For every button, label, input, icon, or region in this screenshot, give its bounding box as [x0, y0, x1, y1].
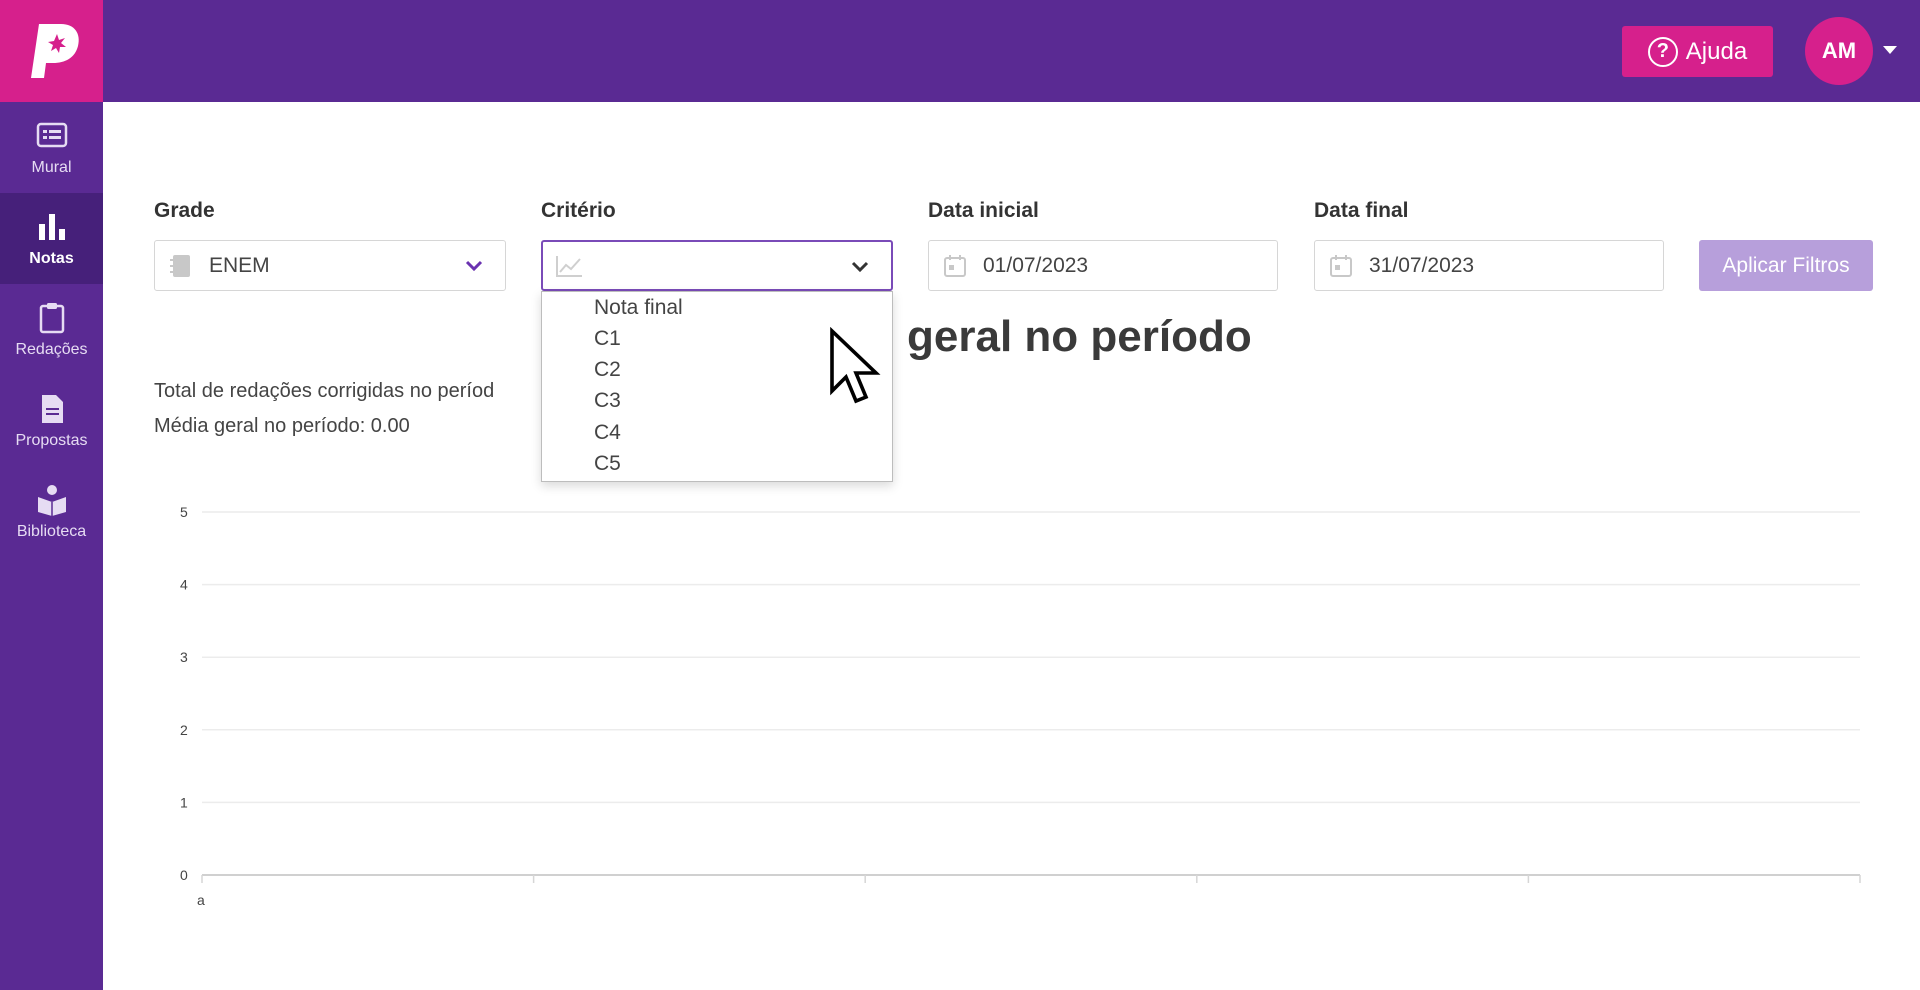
y-tick-label: 3: [180, 649, 188, 665]
sidebar-item-biblioteca[interactable]: Biblioteca: [0, 466, 103, 557]
app-logo[interactable]: [0, 0, 103, 102]
sidebar: Mural Notas Redações Propostas Bibliotec…: [0, 102, 103, 990]
y-tick-label: 5: [180, 504, 188, 520]
logo-p-icon: [30, 24, 79, 78]
chevron-down-icon: [465, 260, 483, 272]
y-tick-label: 1: [180, 794, 188, 810]
criterio-label: Critério: [541, 199, 616, 222]
data-inicial-input[interactable]: 01/07/2023: [928, 240, 1278, 291]
help-button[interactable]: ? Ajuda: [1622, 26, 1773, 77]
notebook-icon: [167, 252, 195, 280]
chevron-down-icon: [851, 261, 869, 273]
criterio-option-c4[interactable]: C4: [594, 421, 621, 445]
sidebar-item-label: Biblioteca: [16, 522, 87, 540]
mural-icon: [36, 122, 67, 147]
line-chart-icon: [555, 252, 583, 280]
criterio-option-c2[interactable]: C2: [594, 358, 621, 382]
sidebar-item-label: Notas: [29, 249, 74, 267]
help-question-icon: ?: [1647, 36, 1678, 67]
y-tick-label: 2: [180, 722, 188, 738]
page-heading: geral no período: [907, 312, 1252, 361]
sidebar-item-notas[interactable]: Notas: [0, 193, 103, 284]
sidebar-item-mural[interactable]: Mural: [0, 102, 103, 193]
grade-select[interactable]: ENEM: [154, 240, 506, 291]
data-final-value: 31/07/2023: [1369, 253, 1475, 277]
document-icon: [41, 394, 63, 423]
calendar-icon: [941, 252, 969, 280]
help-label: Ajuda: [1685, 37, 1748, 65]
grade-value: ENEM: [209, 253, 270, 277]
data-inicial-value: 01/07/2023: [983, 253, 1089, 277]
apply-filters-button[interactable]: Aplicar Filtros: [1699, 240, 1873, 291]
sidebar-item-label: Mural: [31, 158, 72, 176]
total-redacoes-text: Total de redações corrigidas no períod: [154, 380, 495, 402]
criterio-option-c1[interactable]: C1: [594, 327, 621, 351]
sidebar-item-propostas[interactable]: Propostas: [0, 375, 103, 466]
notas-chart: 0 1 2 3 4 5 a: [180, 504, 1861, 908]
data-final-input[interactable]: 31/07/2023: [1314, 240, 1664, 291]
user-avatar[interactable]: AM: [1805, 17, 1873, 85]
book-reader-icon: [37, 484, 66, 516]
criterio-select[interactable]: [541, 240, 893, 291]
criterio-option-nota-final[interactable]: Nota final: [594, 296, 683, 320]
avatar-caret-down-icon[interactable]: [1883, 46, 1897, 54]
bar-chart-icon: [38, 213, 65, 240]
sidebar-item-redacoes[interactable]: Redações: [0, 284, 103, 375]
y-tick-label: 4: [180, 577, 188, 593]
clipboard-icon: [39, 302, 64, 333]
calendar-icon: [1327, 252, 1355, 280]
data-inicial-label: Data inicial: [928, 199, 1039, 222]
mouse-cursor-icon: [830, 327, 881, 404]
y-tick-label: 0: [180, 867, 188, 883]
data-final-label: Data final: [1314, 199, 1409, 222]
sidebar-item-label: Redações: [15, 340, 88, 358]
sidebar-item-label: Propostas: [15, 431, 88, 449]
grade-label: Grade: [154, 199, 215, 222]
x-tick-label: a: [197, 892, 205, 908]
criterio-option-c5[interactable]: C5: [594, 452, 621, 476]
criterio-option-c3[interactable]: C3: [594, 389, 621, 413]
media-geral-text: Média geral no período: 0.00: [154, 415, 410, 437]
